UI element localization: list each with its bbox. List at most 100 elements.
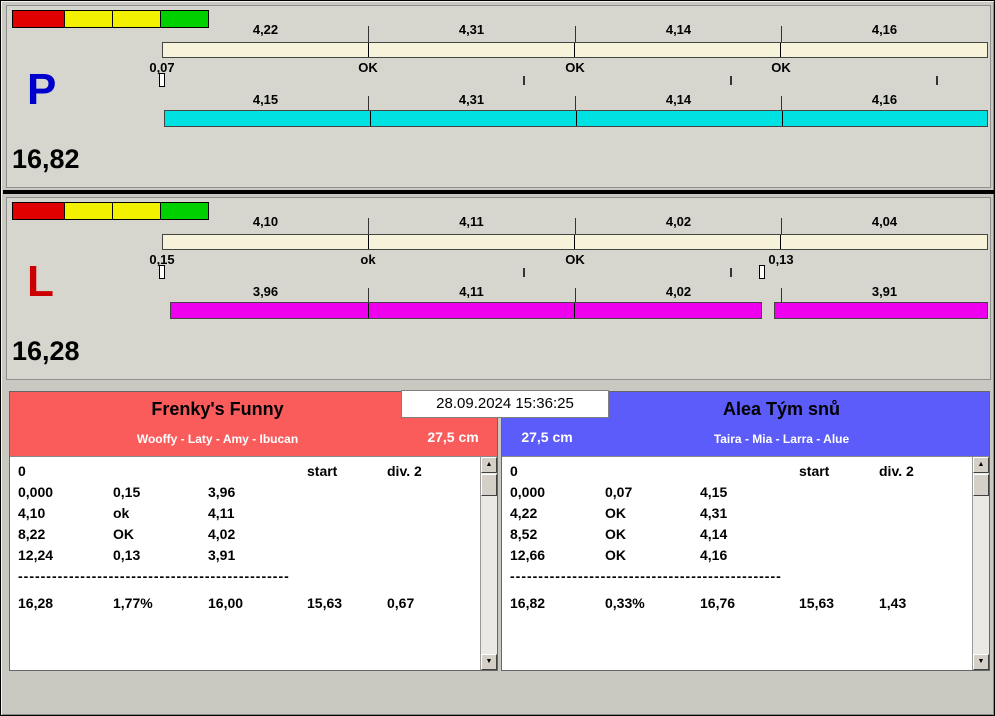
lane-l: L 16,28 4,10 4,11 4,02 4,04 0,15 ok OK 0… [6,197,991,380]
cell: 4,16 [700,547,728,563]
cell: 4,15 [700,484,728,500]
upper-splits-row: 4,10 4,11 4,02 4,04 [162,214,988,234]
start-marker [159,265,165,279]
app-window: P 16,82 4,22 4,31 4,14 4,16 0,07 OK OK O… [0,0,995,716]
marks-row: 0,15 ok OK 0,13 [149,252,988,267]
cell: 3,96 [208,484,236,500]
table-header-row: 0 start div. 2 [502,463,989,484]
cell: div. 2 [387,463,422,479]
cell: div. 2 [879,463,914,479]
scroll-down-icon: ▼ [485,658,493,665]
scrollbar[interactable]: ▲ ▼ [972,457,989,670]
cell: 15,63 [307,595,343,611]
bar-divider [368,43,369,57]
lower-splits-row: 3,96 4,11 4,02 3,91 [162,284,988,304]
team-name: Alea Tým snů [722,399,841,419]
upper-time-bar [162,234,988,250]
split-value: 4,04 [871,214,898,229]
mark-value: OK [565,252,585,267]
lane-p: P 16,82 4,22 4,31 4,14 4,16 0,07 OK OK O… [6,5,991,188]
scroll-up-button[interactable]: ▲ [973,457,989,473]
cell: ok [113,505,130,521]
lane-l-letter: L [27,257,54,306]
totals-row: 16,82 0,33% 16,76 15,63 1,43 [502,595,989,616]
scroll-down-button[interactable]: ▼ [481,654,497,670]
cell: 16,28 [18,595,54,611]
team-name: Frenky's Funny [151,399,284,419]
dashes: ----------------------------------------… [18,568,290,584]
lane-l-total: 16,28 [12,336,80,366]
scroll-thumb[interactable] [973,474,989,496]
height-label-right: 27,5 cm [521,429,573,445]
cell: 1,77% [113,595,153,611]
cell: 12,66 [510,547,546,563]
cell: 3,91 [208,547,236,563]
cell: 0,13 [113,547,141,563]
start-marker [159,73,165,87]
cell: OK [113,526,134,542]
table-row: 8,52 OK 4,14 [502,526,989,547]
split-value: 4,31 [458,92,485,107]
mark-value: ok [360,252,376,267]
table-row: 8,22 OK 4,02 [10,526,497,547]
table-row: 4,22 OK 4,31 [502,505,989,526]
cell: 4,31 [700,505,728,521]
bar-divider [780,43,781,57]
cell: OK [605,505,626,521]
lane-p-total: 16,82 [12,144,80,174]
table-header-row: 0 start div. 2 [10,463,497,484]
cell: 0 [510,463,518,479]
timestamp: 28.09.2024 15:36:25 [401,390,609,418]
team-dogs: Taira - Mia - Larra - Alue [713,432,850,446]
cell: OK [605,526,626,542]
mark-tick [936,76,938,85]
bar-divider [370,111,371,126]
segment-tick [368,218,369,234]
lane-p-letter: P [27,65,57,114]
table-row: 12,66 OK 4,16 [502,547,989,568]
cell: 0,67 [387,595,415,611]
split-value: 4,11 [459,214,484,229]
split-value: 4,10 [252,214,279,229]
table-row: 4,10 ok 4,11 [10,505,497,526]
cell: 16,82 [510,595,546,611]
scrollbar[interactable]: ▲ ▼ [480,457,497,670]
cell: 0,07 [605,484,633,500]
separator-row: ----------------------------------------… [502,568,989,589]
marks-row: 0,07 OK OK OK [149,60,988,75]
split-value: 4,14 [665,92,692,107]
mark-value: 0,13 [768,252,794,267]
totals-row: 16,28 1,77% 16,00 15,63 0,67 [10,595,497,616]
mark-tick [523,76,525,85]
split-value: 4,22 [252,22,279,37]
split-value: 4,31 [458,22,485,37]
height-label-left: 27,5 cm [427,429,479,445]
scroll-thumb[interactable] [481,474,497,496]
scroll-up-button[interactable]: ▲ [481,457,497,473]
upper-time-bar [162,42,988,58]
mark-value: OK [565,60,585,75]
scroll-down-button[interactable]: ▼ [973,654,989,670]
cell: 0,000 [510,484,546,500]
lower-time-bar [164,110,988,127]
cell: 4,02 [208,526,236,542]
cell: 12,24 [18,547,54,563]
split-value: 4,15 [252,92,279,107]
segment-tick [575,218,576,234]
scroll-up-icon: ▲ [977,461,985,468]
bar-divider [574,235,575,249]
split-value: 4,02 [665,284,692,299]
lane-divider [3,190,994,194]
cell: 0 [18,463,26,479]
cell: 0,33% [605,595,645,611]
traffic-red-segment [12,10,65,28]
cell: 4,22 [510,505,538,521]
split-value: 4,02 [665,214,692,229]
split-value: 3,91 [871,284,898,299]
lower-time-bar-part2 [774,302,988,319]
cell: 4,10 [18,505,46,521]
table-row: 0,000 0,15 3,96 [10,484,497,505]
upper-splits-row: 4,22 4,31 4,14 4,16 [162,22,988,42]
cell: 4,14 [700,526,728,542]
bar-divider [574,303,575,318]
